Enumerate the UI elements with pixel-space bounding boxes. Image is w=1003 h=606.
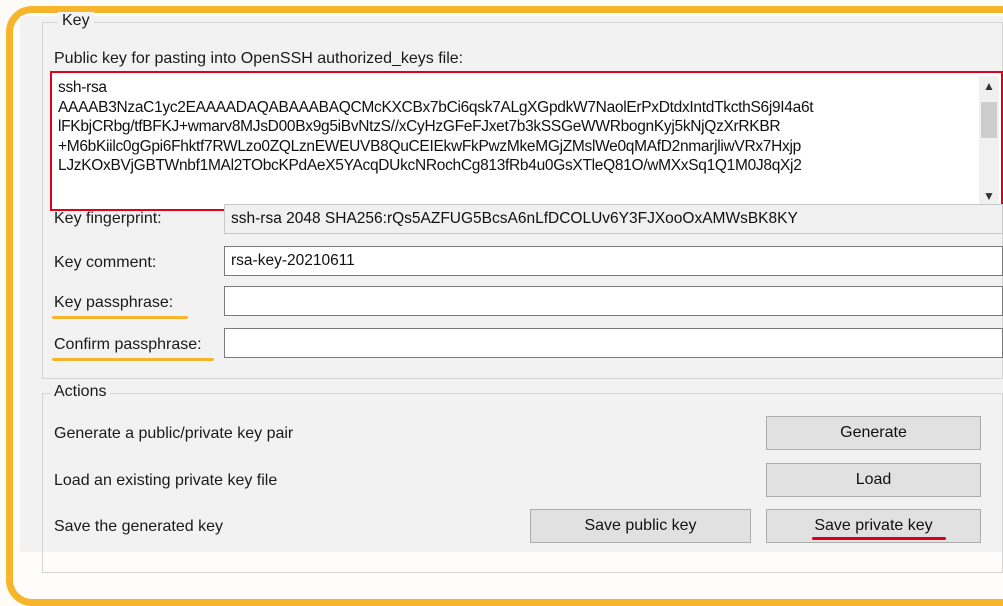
generate-button[interactable]: Generate — [766, 416, 981, 450]
public-key-line: lFKbjCRbg/tfBFKJ+wmarv8MJsD00Bx9g5iBvNtz… — [58, 118, 781, 135]
puttygen-dialog: Key Public key for pasting into OpenSSH … — [20, 12, 1003, 573]
passphrase-highlight — [52, 316, 188, 319]
scroll-up-icon[interactable]: ▲ — [979, 76, 999, 96]
key-group-legend: Key — [58, 12, 94, 30]
public-key-textarea[interactable]: ssh-rsa AAAAB3NzaC1yc2EAAAADAQABAAABAQCMc… — [50, 71, 1003, 211]
scroll-thumb[interactable] — [981, 102, 997, 138]
fingerprint-field[interactable]: ssh-rsa 2048 SHA256:rQs5AZFUG5BcsA6nLfDC… — [224, 204, 1003, 234]
actions-group-legend: Actions — [50, 383, 111, 401]
public-key-label: Public key for pasting into OpenSSH auth… — [54, 50, 464, 67]
public-key-scrollbar[interactable]: ▲ ▼ — [979, 76, 999, 206]
fingerprint-label: Key fingerprint: — [54, 210, 162, 227]
save-label: Save the generated key — [54, 518, 224, 535]
passphrase-label: Key passphrase: — [54, 294, 174, 311]
confirm-passphrase-highlight — [52, 358, 214, 361]
comment-label: Key comment: — [54, 254, 157, 271]
scroll-down-icon[interactable]: ▼ — [979, 186, 999, 206]
save-private-key-highlight — [812, 537, 946, 540]
public-key-line: LJzKOxBVjGBTWnbf1MAl2TObcKPdAeX5YAcqDUkc… — [58, 157, 802, 174]
generate-label: Generate a public/private key pair — [54, 425, 294, 442]
passphrase-field[interactable] — [224, 286, 1003, 316]
load-button[interactable]: Load — [766, 463, 981, 497]
save-public-key-button[interactable]: Save public key — [530, 509, 751, 543]
confirm-passphrase-label: Confirm passphrase: — [54, 336, 202, 353]
public-key-text[interactable]: ssh-rsa AAAAB3NzaC1yc2EAAAADAQABAAABAQCMc… — [58, 78, 973, 176]
public-key-line: +M6bKiilc0gGpi6Fhktf7RWLzo0ZQLznEWEUVB8Q… — [58, 137, 801, 155]
load-label: Load an existing private key file — [54, 472, 278, 489]
confirm-passphrase-field[interactable] — [224, 328, 1003, 358]
public-key-line: AAAAB3NzaC1yc2EAAAADAQABAAABAQCMcKXCBx7b… — [58, 98, 814, 116]
public-key-line: ssh-rsa — [58, 79, 107, 96]
comment-field[interactable]: rsa-key-20210611 — [224, 246, 1003, 276]
